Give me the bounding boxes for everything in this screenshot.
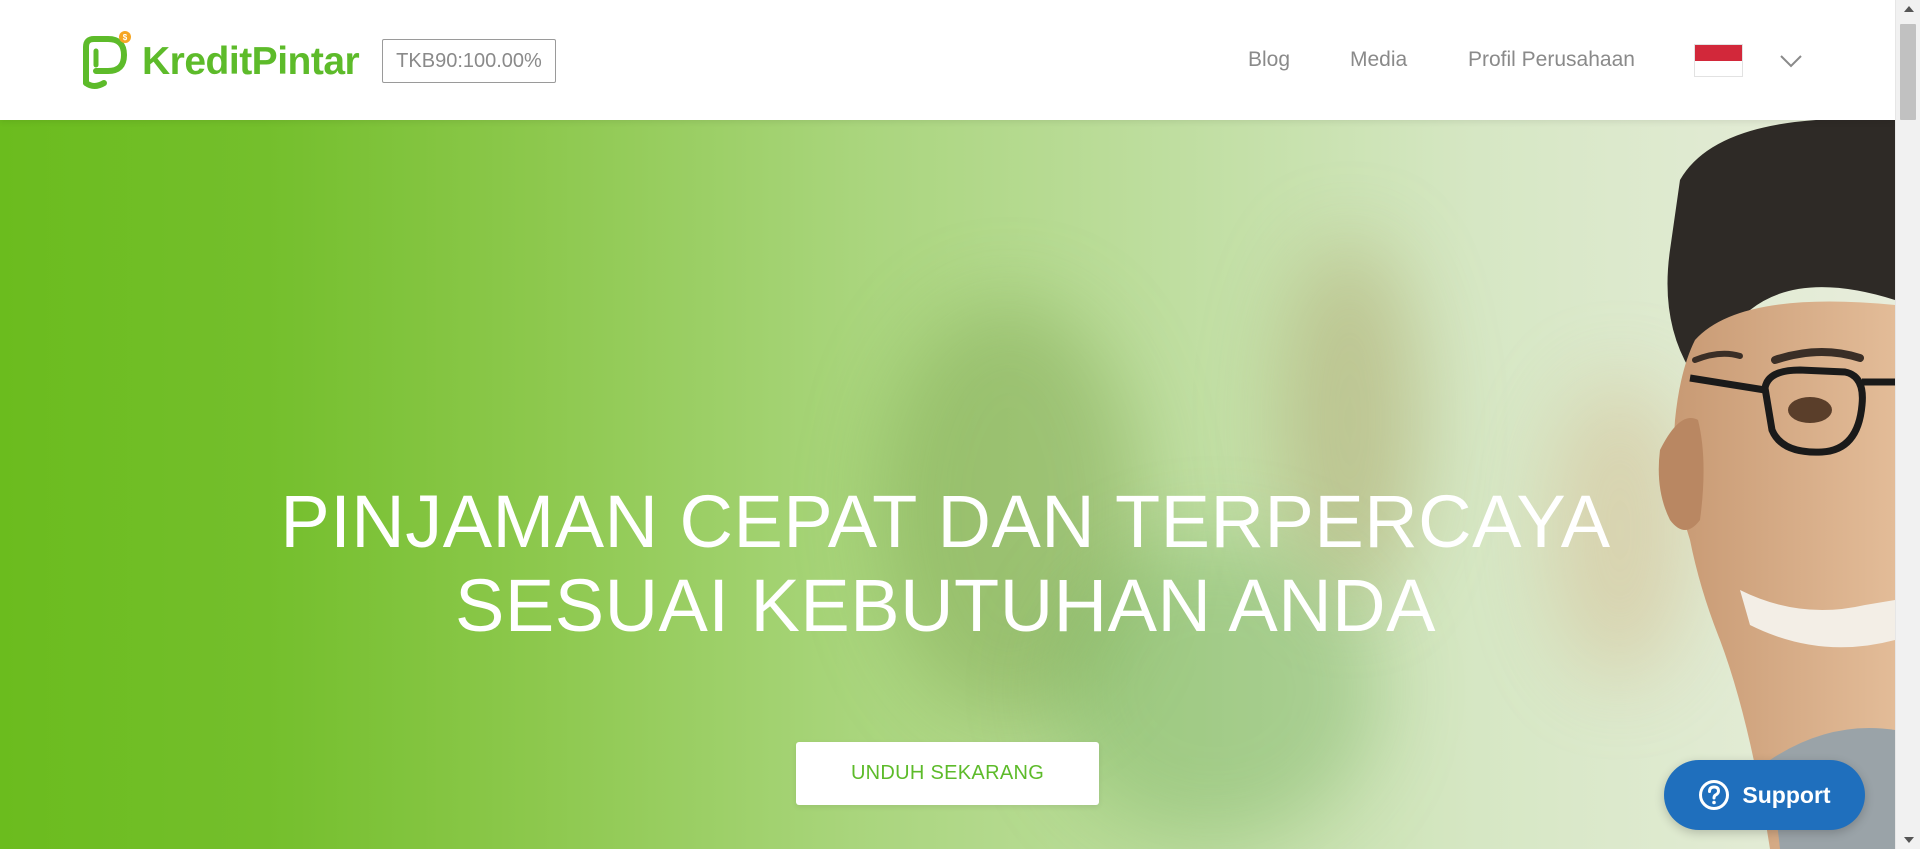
site-header: $ KreditPintar TKB90:100.00% Blog Media …: [0, 0, 1895, 120]
nav-link-profil-perusahaan[interactable]: Profil Perusahaan: [1468, 48, 1635, 72]
hero-headline-line-2: SESUAI KEBUTUHAN ANDA: [455, 564, 1436, 647]
hero-banner: PINJAMAN CEPAT DAN TERPERCAYA SESUAI KEB…: [0, 120, 1895, 849]
scroll-down-arrow-icon[interactable]: [1904, 837, 1914, 843]
download-now-button[interactable]: UNDUH SEKARANG: [796, 742, 1099, 805]
hero-headline-line-1: PINJAMAN CEPAT DAN TERPERCAYA: [280, 480, 1611, 563]
brand-logo[interactable]: $ KreditPintar: [76, 28, 360, 96]
page: $ KreditPintar TKB90:100.00% Blog Media …: [0, 0, 1895, 849]
nav-link-blog[interactable]: Blog: [1248, 48, 1290, 72]
support-label: Support: [1742, 781, 1831, 808]
question-circle-icon: [1699, 780, 1730, 810]
scroll-up-arrow-icon[interactable]: [1904, 6, 1914, 12]
indonesia-flag-icon[interactable]: [1694, 44, 1743, 77]
flag-red-stripe: [1695, 45, 1742, 61]
flag-white-stripe: [1695, 60, 1742, 76]
support-button[interactable]: Support: [1664, 760, 1865, 830]
chevron-down-icon[interactable]: [1780, 54, 1802, 68]
scrollbar-thumb[interactable]: [1900, 24, 1916, 120]
svg-text:$: $: [123, 33, 128, 42]
kreditpintar-logo-icon: $: [83, 31, 131, 89]
vertical-scrollbar[interactable]: [1895, 0, 1920, 849]
nav-link-media[interactable]: Media: [1350, 48, 1407, 72]
tkb-badge[interactable]: TKB90:100.00%: [382, 39, 556, 83]
brand-name: KreditPintar: [142, 40, 360, 83]
